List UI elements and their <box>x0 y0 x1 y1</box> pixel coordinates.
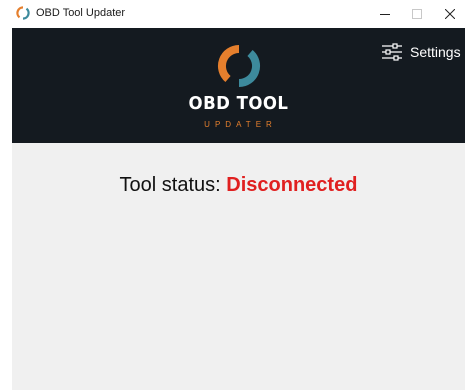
title-bar[interactable]: OBD Tool Updater <box>0 0 465 28</box>
settings-label: Settings <box>410 44 461 60</box>
maximize-button[interactable] <box>402 0 432 28</box>
window-title: OBD Tool Updater <box>36 7 126 19</box>
app-logo-icon <box>217 44 261 88</box>
sliders-icon <box>382 43 402 61</box>
close-icon <box>445 9 455 19</box>
settings-button[interactable]: Settings <box>382 42 461 62</box>
maximize-icon <box>412 9 422 19</box>
app-window: OBD Tool Updater OBD TOOL UPDATER Settin… <box>0 0 465 390</box>
main-content: Tool status: Disconnected <box>12 143 465 390</box>
logo-subtitle: UPDATER <box>204 120 277 129</box>
app-header: OBD TOOL UPDATER Settings <box>12 28 465 143</box>
close-button[interactable] <box>435 0 465 28</box>
tool-status: Tool status: Disconnected <box>12 173 465 197</box>
minimize-icon <box>380 14 390 15</box>
app-logo-icon <box>16 6 30 20</box>
minimize-button[interactable] <box>370 0 400 28</box>
logo-title: OBD TOOL <box>188 93 289 114</box>
status-label: Tool status: <box>119 174 221 196</box>
status-value: Disconnected <box>226 174 358 196</box>
